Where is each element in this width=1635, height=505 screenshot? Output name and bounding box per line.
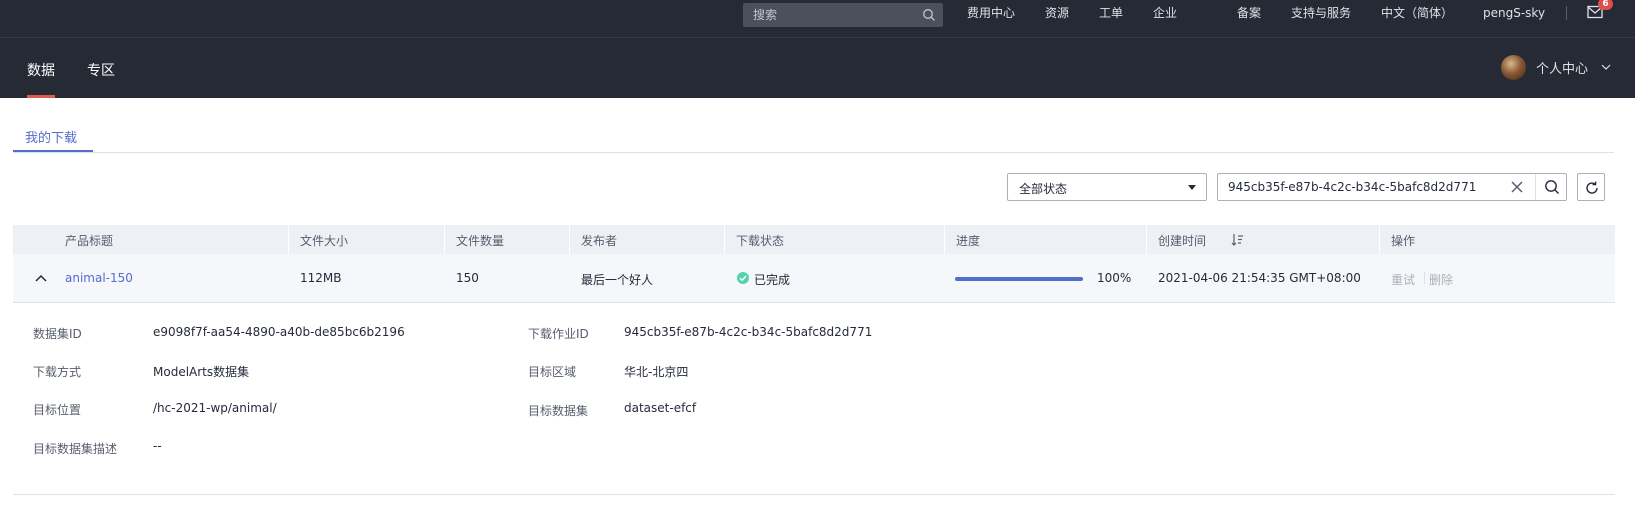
- col-count: 文件数量: [456, 234, 505, 248]
- target-dataset-link[interactable]: dataset-efcf: [624, 401, 696, 415]
- column-divider: [444, 225, 445, 254]
- tab-data[interactable]: 数据: [27, 60, 55, 80]
- col-created[interactable]: 创建时间: [1158, 232, 1206, 249]
- tab-divider: [13, 152, 1614, 153]
- status-filter-select[interactable]: 全部状态: [1007, 173, 1207, 201]
- status-filter-value: 全部状态: [1019, 182, 1068, 196]
- target-dataset-label: 目标数据集: [528, 404, 589, 418]
- publisher: 最后一个好人: [581, 273, 654, 287]
- job-id-value: 945cb35f-e87b-4c2c-b34c-5bafc8d2d771: [624, 325, 873, 339]
- progress-bar-fill: [955, 277, 1083, 281]
- nav-resources[interactable]: 资源: [1045, 0, 1069, 27]
- created-time: 2021-04-06 21:54:35 GMT+08:00: [1158, 271, 1361, 285]
- active-tab-indicator: [27, 95, 55, 98]
- username[interactable]: pengS-sky: [1483, 0, 1545, 27]
- user-center-link[interactable]: 个人中心: [1536, 58, 1588, 77]
- dataset-id-value: e9098f7f-aa54-4890-a40b-de85bc6b2196: [153, 325, 405, 339]
- table-bottom-border: [13, 494, 1615, 495]
- id-search-input[interactable]: [1218, 174, 1498, 200]
- progress-percent: 100%: [1097, 271, 1132, 285]
- global-search[interactable]: [743, 3, 943, 27]
- avatar[interactable]: [1501, 55, 1526, 80]
- location-label: 目标位置: [33, 403, 82, 417]
- region-value: 华北-北京四: [624, 365, 689, 379]
- search-icon[interactable]: [1544, 179, 1560, 195]
- divider: [1535, 174, 1536, 200]
- description-value: --: [153, 439, 162, 453]
- column-divider: [724, 225, 725, 254]
- global-search-input[interactable]: [743, 3, 915, 27]
- method-value: ModelArts数据集: [153, 365, 250, 379]
- nav-tickets[interactable]: 工单: [1099, 0, 1123, 27]
- progress-bar: [955, 277, 1083, 281]
- search-icon[interactable]: [922, 8, 936, 22]
- download-status: 已完成: [754, 273, 791, 287]
- dataset-id-label: 数据集ID: [33, 327, 82, 341]
- method-label: 下载方式: [33, 365, 82, 379]
- file-count: 150: [456, 271, 479, 285]
- column-divider: [569, 225, 570, 254]
- nav-billing[interactable]: 费用中心: [967, 0, 1015, 27]
- caret-down-icon: [1188, 185, 1196, 190]
- column-divider: [1146, 225, 1147, 254]
- column-divider: [944, 225, 945, 254]
- divider: [1424, 272, 1425, 284]
- retry-button[interactable]: 重试: [1391, 271, 1415, 288]
- col-publisher: 发布者: [581, 234, 618, 248]
- region-label: 目标区域: [528, 365, 577, 379]
- nav-support[interactable]: 支持与服务: [1291, 0, 1351, 27]
- refresh-button[interactable]: [1577, 173, 1605, 201]
- nav-icp-filing[interactable]: 备案: [1237, 0, 1261, 27]
- col-actions: 操作: [1391, 234, 1416, 248]
- column-divider: [288, 225, 289, 254]
- nav-enterprise[interactable]: 企业: [1153, 0, 1177, 27]
- refresh-icon: [1586, 181, 1598, 194]
- top-bar: 费用中心 资源 工单 企业 备案 支持与服务 中文（简体） pengS-sky …: [0, 0, 1635, 37]
- col-progress: 进度: [956, 234, 981, 248]
- language-switch[interactable]: 中文（简体）: [1381, 0, 1453, 27]
- mail-badge: 6: [1598, 0, 1613, 10]
- sort-icon[interactable]: [1231, 233, 1244, 246]
- tab-my-downloads[interactable]: 我的下载: [25, 127, 77, 146]
- check-circle-icon: [737, 272, 749, 284]
- chevron-down-icon[interactable]: [1601, 63, 1611, 71]
- col-size: 文件大小: [300, 234, 349, 248]
- col-status: 下载状态: [736, 234, 785, 248]
- description-label: 目标数据集描述: [33, 442, 118, 456]
- delete-button[interactable]: 删除: [1429, 271, 1453, 288]
- service-nav: 数据 专区 个人中心: [0, 37, 1635, 98]
- file-size: 112MB: [300, 271, 342, 285]
- id-search-box[interactable]: [1217, 173, 1567, 201]
- divider: [1566, 6, 1567, 20]
- table-row: animal-150 112MB 150 最后一个好人 已完成 100% 202…: [13, 254, 1615, 303]
- chevron-up-icon[interactable]: [35, 274, 47, 282]
- job-id-label: 下载作业ID: [528, 327, 589, 341]
- table-header: 产品标题 文件大小 文件数量 发布者 下载状态 进度 创建时间 操作: [13, 225, 1615, 254]
- column-divider: [1379, 225, 1380, 254]
- tab-zone[interactable]: 专区: [87, 60, 115, 80]
- location-link[interactable]: /hc-2021-wp/animal/: [153, 401, 277, 415]
- col-title: 产品标题: [65, 234, 114, 248]
- product-title-link[interactable]: animal-150: [65, 271, 133, 285]
- close-icon[interactable]: [1511, 181, 1523, 193]
